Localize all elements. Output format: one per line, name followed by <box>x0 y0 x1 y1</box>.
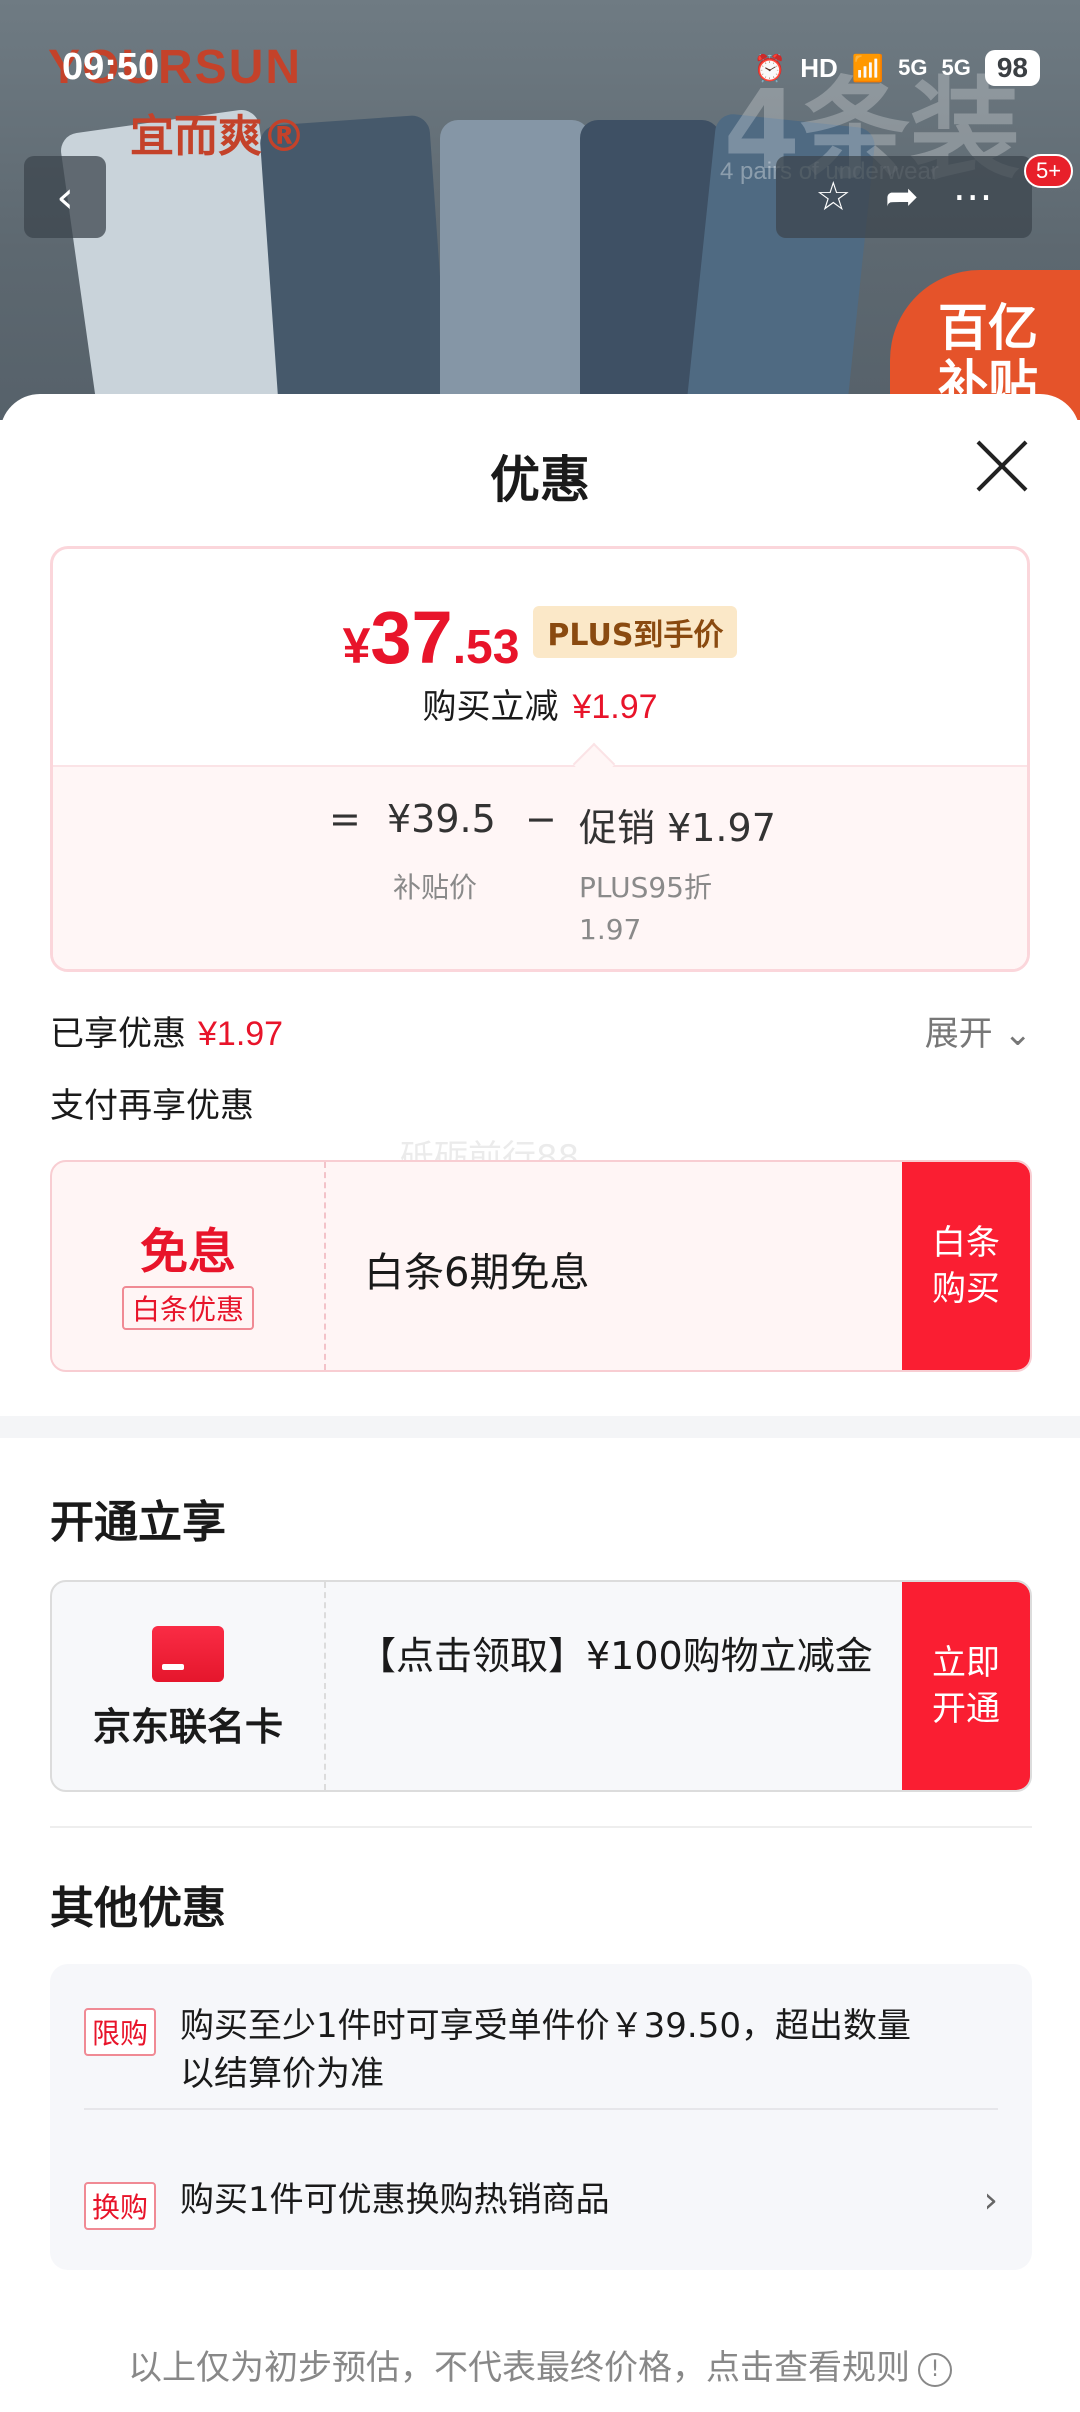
equals-sign: = <box>329 797 361 841</box>
back-button[interactable]: ‹ <box>24 156 106 238</box>
enjoyed-label: 已享优惠 <box>50 1014 186 1054</box>
price-decimal: .53 <box>452 621 520 674</box>
price-integer: 37 <box>370 596 453 679</box>
open-section-title: 开通立享 <box>50 1497 226 1548</box>
reduction-amount: ¥1.97 <box>572 688 658 726</box>
section-separator <box>0 1416 1080 1438</box>
rules-disclaimer[interactable]: 以上仅为初步预估，不代表最终价格，点击查看规则! <box>0 2340 1080 2389</box>
star-icon[interactable]: ☆ <box>815 174 851 220</box>
other-offers-list: 限购 购买至少1件时可享受单件价￥39.50，超出数量以结算价为准 换购 购买1… <box>50 1964 1032 2270</box>
list-item[interactable]: 换购 购买1件可优惠换购热销商品 › <box>84 2176 998 2232</box>
discount-sheet: 优惠 ¥ 37 .53 PLUS到手价 购买立减 ¥1.97 = ¥39.5 − … <box>0 394 1080 2412</box>
wifi-icon: 📶 <box>851 52 885 83</box>
chevron-left-icon: ‹ <box>56 171 74 223</box>
chevron-right-icon: › <box>983 2180 998 2221</box>
reduction-label: 购买立减 <box>422 687 559 727</box>
price-currency: ¥ <box>342 618 371 674</box>
message-count-badge: 5+ <box>1024 154 1074 188</box>
interest-free-label: 免息 <box>139 1224 236 1280</box>
expand-label: 展开 <box>924 1014 993 1054</box>
base-price: ¥39.5 <box>387 797 496 841</box>
price-breakdown: = ¥39.5 − 促销 ¥1.97 补贴价 PLUS95折 1.97 <box>53 765 1027 969</box>
price-card: ¥ 37 .53 PLUS到手价 购买立减 ¥1.97 = ¥39.5 − 促销 … <box>50 546 1030 972</box>
pay-more-title: 支付再享优惠 <box>50 1086 254 1126</box>
signal-5g-icon: 5G <box>898 55 928 80</box>
open-now-button[interactable]: 立即 开通 <box>902 1582 1030 1790</box>
status-time: 09:50 <box>62 46 160 88</box>
offer-text: 购买1件可优惠换购热销商品 <box>180 2180 610 2220</box>
expand-toggle[interactable]: 展开 ⌄ <box>925 1006 1032 1055</box>
alarm-icon: ⏰ <box>753 52 787 83</box>
other-section-title: 其他优惠 <box>50 1883 226 1934</box>
more-icon[interactable]: ⋯ <box>953 174 993 220</box>
enjoyed-discount: 已享优惠 ¥1.97 <box>50 1006 283 1055</box>
info-icon: ! <box>918 2352 952 2387</box>
promo-label-line2: 1.97 <box>579 913 642 946</box>
instant-reduction: 购买立减 ¥1.97 <box>53 679 1027 728</box>
baitiao-buy-button[interactable]: 白条 购买 <box>902 1162 1030 1370</box>
chevron-down-icon: ⌄ <box>1003 1014 1033 1054</box>
promo-label: PLUS95折 1.97 <box>579 867 712 951</box>
baitiao-offer-card[interactable]: 免息 白条优惠 白条6期免息 白条 购买 <box>50 1160 1032 1372</box>
disclaimer-text: 以上仅为初步预估，不代表最终价格，点击查看规则 <box>128 2348 910 2388</box>
hd-icon: HD <box>800 52 838 83</box>
promo-label-line1: PLUS95折 <box>579 871 712 904</box>
jd-card-offer-text: 【点击领取】¥100购物立减金 <box>358 1634 873 1678</box>
share-icon[interactable]: ➦ <box>885 174 919 220</box>
offer-tag: 限购 <box>84 2008 157 2056</box>
enjoyed-amount: ¥1.97 <box>198 1015 284 1053</box>
divider <box>84 2108 998 2110</box>
offer-tag: 换购 <box>84 2182 157 2230</box>
jd-card-offer[interactable]: 京东联名卡 【点击领取】¥100购物立减金 立即 开通 <box>50 1580 1032 1792</box>
signal-5g-icon: 5G <box>941 55 971 80</box>
baitiao-offer-text: 白条6期免息 <box>364 1250 590 1296</box>
status-icons: ⏰ HD 📶 5G 5G 98 <box>754 50 1040 86</box>
close-icon[interactable] <box>972 436 1032 496</box>
price-summary: ¥ 37 .53 PLUS到手价 购买立减 ¥1.97 <box>53 549 1027 765</box>
nav-action-group: ☆ ➦ ⋯ <box>776 156 1032 238</box>
battery-icon: 98 <box>984 50 1040 86</box>
baitiao-tag: 白条优惠 <box>121 1286 254 1330</box>
promo-amount: 促销 ¥1.97 <box>579 806 776 850</box>
list-item: 限购 购买至少1件时可享受单件价￥39.50，超出数量以结算价为准 <box>84 2002 998 2098</box>
final-price: ¥ 37 .53 PLUS到手价 <box>53 595 1027 680</box>
sheet-title: 优惠 <box>490 451 590 509</box>
status-bar: 09:50 ⏰ HD 📶 5G 5G 98 <box>0 0 1080 140</box>
base-price-label: 补贴价 <box>393 871 478 904</box>
offer-text: 购买至少1件时可享受单件价￥39.50，超出数量以结算价为准 <box>180 2006 911 2094</box>
product-stripe <box>440 120 590 420</box>
credit-card-icon <box>152 1626 224 1682</box>
jd-card-label: 京东联名卡 <box>92 1705 283 1749</box>
minus-sign: − <box>525 797 557 841</box>
divider <box>50 1826 1032 1828</box>
plus-price-tag: PLUS到手价 <box>533 605 738 658</box>
jd-card-badge: 京东联名卡 <box>52 1582 326 1790</box>
baitiao-offer-badge: 免息 白条优惠 <box>52 1162 326 1370</box>
